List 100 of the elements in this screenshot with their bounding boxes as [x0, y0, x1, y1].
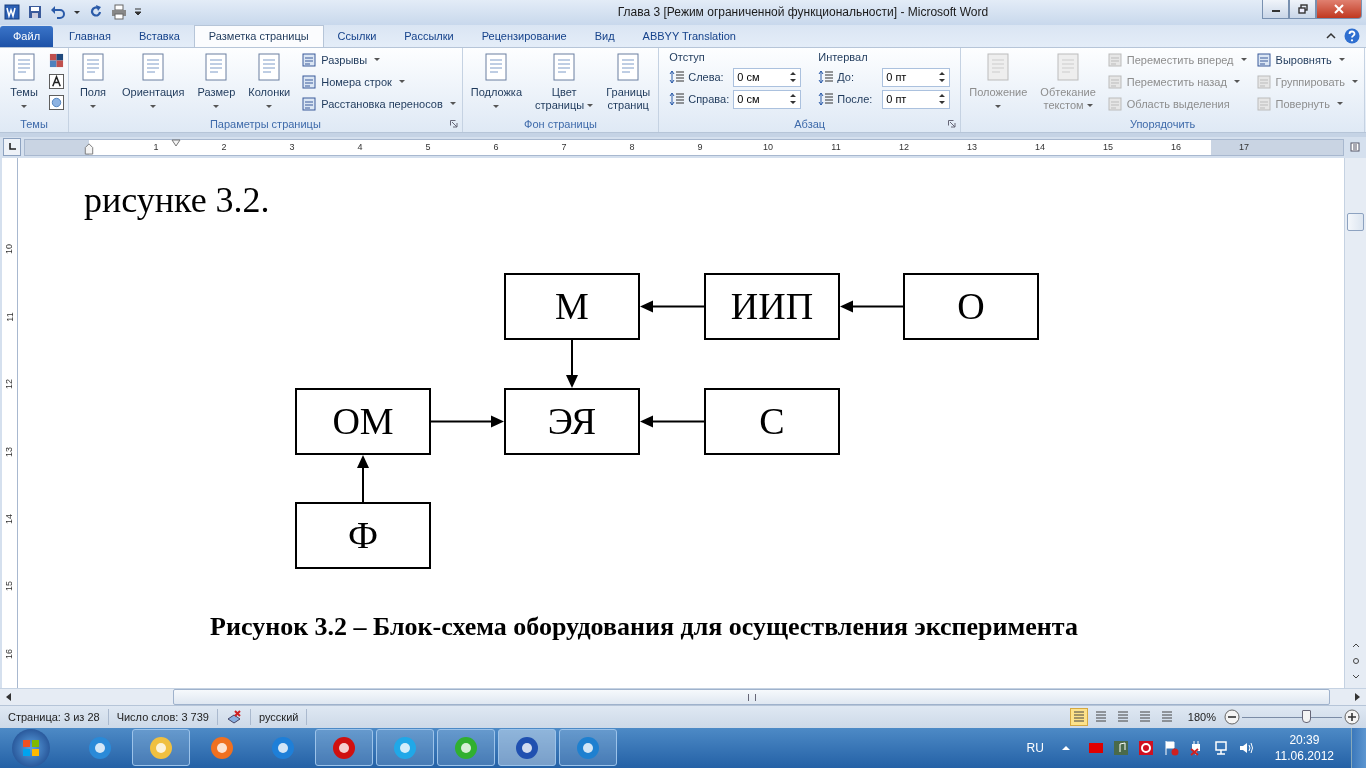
colors-icon[interactable] [49, 52, 64, 68]
ribbon-button[interactable]: Границы страниц [602, 50, 655, 112]
taskbar-app[interactable] [559, 729, 617, 767]
flag-icon[interactable] [1162, 740, 1179, 756]
group-heading: Интервал [818, 50, 869, 65]
diagram-block: О [903, 272, 1039, 340]
list-icon [1255, 51, 1272, 68]
spin-field[interactable]: 0 пт [882, 89, 951, 109]
ribbon-tab[interactable]: Вставка [124, 25, 194, 47]
dialog-launcher-icon[interactable] [948, 120, 957, 129]
spin-arrows-icon[interactable] [789, 70, 798, 85]
indent-marker-icon[interactable] [84, 141, 94, 155]
spin-field[interactable]: 0 см [733, 89, 802, 109]
ruler-number: 16 [1171, 142, 1181, 153]
first-line-indent-icon[interactable] [171, 138, 181, 147]
figure-caption: Рисунок 3.2 – Блок-схема оборудования для осуществления эксперимента [209, 611, 1079, 642]
ruler-number: 15 [1103, 142, 1113, 153]
clock-time: 20:39 [1289, 732, 1320, 748]
zoom-level[interactable]: 180% [1179, 711, 1224, 724]
taskbar-app[interactable] [132, 729, 190, 767]
ribbon-button[interactable]: Размер [193, 50, 240, 108]
ribbon-button[interactable]: Поля [73, 50, 113, 108]
ribbon-button[interactable]: Ориентация [118, 50, 189, 108]
close-button[interactable] [1316, 0, 1362, 19]
minimize-button[interactable] [1262, 0, 1289, 19]
ribbon-tab[interactable]: Рецензирование [467, 25, 581, 47]
zoom-out-icon[interactable] [1224, 709, 1240, 726]
taskbar-app[interactable] [315, 729, 373, 767]
group-label: Абзац [794, 118, 826, 131]
app-icon [514, 735, 540, 761]
tab-stop-selector[interactable] [3, 138, 21, 157]
zoom-slider[interactable] [1242, 709, 1342, 726]
ribbon-tab[interactable]: Разметка страницы [193, 24, 324, 47]
ribbon-button[interactable]: Номера строк [301, 72, 456, 91]
page-view-icon [1093, 710, 1108, 725]
scroll-thumb[interactable] [1347, 212, 1364, 231]
ribbon-tab[interactable]: Главная [55, 25, 125, 47]
fonts-icon[interactable] [49, 73, 64, 89]
ruler-number: 11 [4, 312, 15, 322]
field-label: Справа: [688, 93, 731, 106]
clock[interactable]: 20:39 11.06.2012 [1274, 732, 1334, 764]
ruler-number: 3 [289, 142, 295, 153]
ribbon-tab[interactable]: ABBYY Translation [628, 25, 750, 47]
ribbon-tab[interactable]: Рассылки [390, 25, 468, 47]
arrow [840, 300, 904, 313]
spellcheck-icon[interactable] [225, 709, 242, 726]
ribbon-button[interactable]: Цвет страницы [531, 50, 598, 112]
window-title: Глава 3 [Режим ограниченной функциональности] - Microsoft Word [616, 5, 990, 20]
ribbon-button[interactable]: Темы [4, 50, 44, 108]
help-icon[interactable] [1344, 28, 1360, 45]
restore-button[interactable] [1289, 0, 1316, 19]
language-indicator[interactable]: русский [250, 709, 308, 726]
spin-field[interactable]: 0 пт [882, 67, 951, 87]
customize-caret-icon[interactable] [134, 7, 142, 18]
ribbon-button[interactable]: Расстановка переносов [301, 94, 456, 113]
ribbon-button[interactable]: Разрывы [301, 50, 456, 69]
start-button[interactable] [12, 729, 50, 767]
network-icon[interactable] [1212, 740, 1229, 756]
effects-icon[interactable] [49, 94, 64, 110]
dialog-launcher-icon[interactable] [449, 120, 458, 129]
spin-field[interactable]: 0 см [733, 67, 802, 87]
show-hidden-icons-icon[interactable] [1060, 743, 1071, 753]
spin-arrows-icon[interactable] [938, 70, 947, 85]
ring-icon[interactable] [1137, 740, 1154, 756]
ribbon-button[interactable]: Подложка [466, 50, 526, 108]
zoom-in-icon[interactable] [1344, 709, 1360, 726]
ribbon-button[interactable]: Колонки [244, 50, 295, 108]
list-icon [301, 73, 318, 90]
printer-icon[interactable] [111, 4, 127, 21]
taskbar-app[interactable] [437, 729, 495, 767]
music-note-icon[interactable] [1112, 740, 1129, 756]
speaker-icon[interactable] [1237, 740, 1254, 756]
field-label: До: [837, 71, 855, 84]
browse-object-icon[interactable] [1350, 655, 1361, 666]
ribbon-tab[interactable]: Вид [580, 25, 629, 47]
windows-logo-icon [20, 737, 42, 759]
save-icon[interactable] [27, 4, 43, 21]
ribbon-tab[interactable]: Ссылки [323, 25, 391, 47]
scroll-right-icon[interactable] [1352, 692, 1362, 702]
app-icon [87, 735, 113, 761]
horizontal-ruler[interactable]: 1 2 3 4 5 6 7 8 9 10 11 12 13 14 15 16 17 [24, 138, 1344, 156]
page-count[interactable]: Страница: 3 из 28 [0, 709, 109, 726]
ruler-number: 13 [967, 142, 977, 153]
taskbar-app[interactable] [498, 729, 556, 767]
spin-arrows-icon[interactable] [938, 92, 947, 107]
close-icon [1334, 4, 1344, 14]
app-icon [575, 735, 601, 761]
spacing-icon [669, 91, 686, 108]
taskbar-app[interactable] [376, 729, 434, 767]
list-icon [1106, 95, 1123, 112]
undo-icon[interactable] [50, 4, 66, 21]
group-label: Темы [20, 118, 48, 131]
ribbon-tab[interactable]: Файл [0, 25, 54, 47]
ruler-number: 8 [629, 142, 635, 153]
list-icon [1255, 73, 1272, 90]
spin-arrows-icon[interactable] [789, 92, 798, 107]
input-language[interactable]: RU [1026, 741, 1044, 755]
word-count[interactable]: Число слов: 3 739 [108, 709, 218, 726]
scroll-left-icon[interactable] [4, 692, 14, 702]
ribbon-button[interactable]: Выровнять [1255, 50, 1359, 69]
